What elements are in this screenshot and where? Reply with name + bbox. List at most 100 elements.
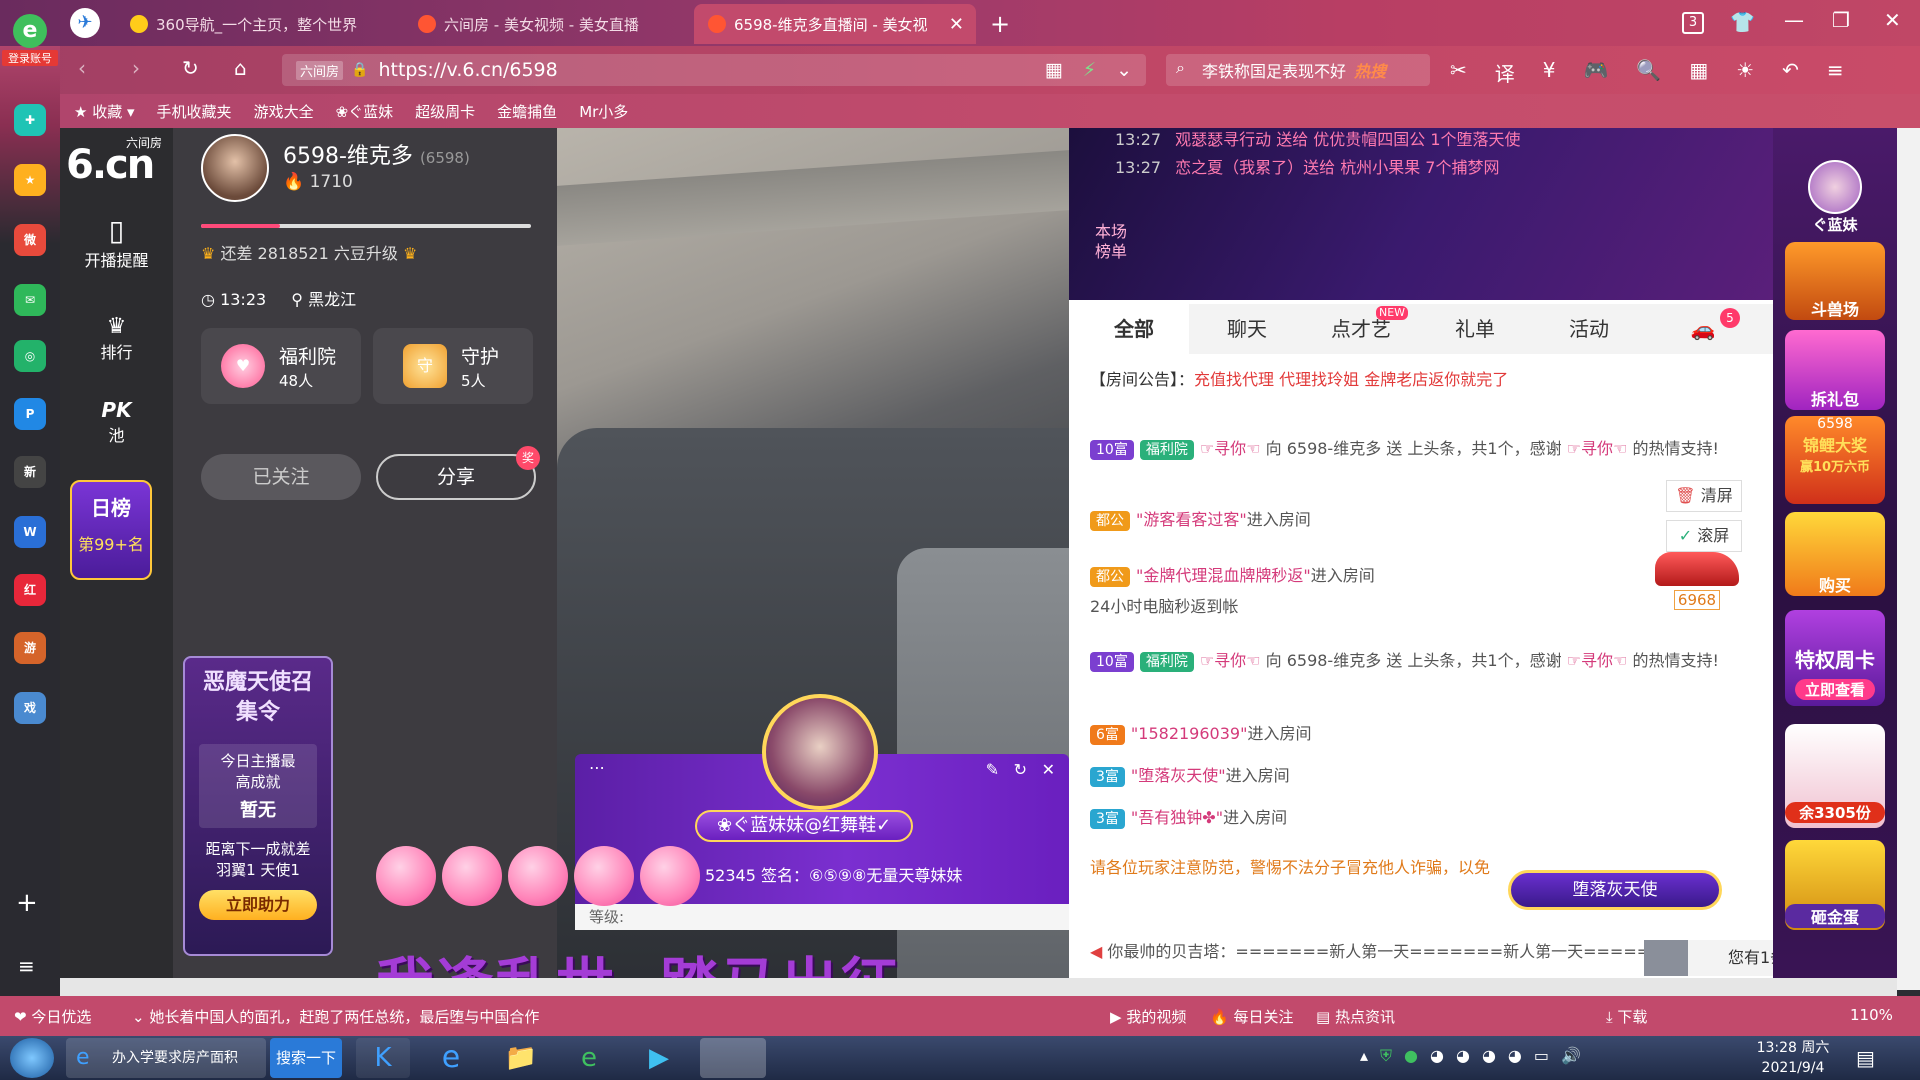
live-reminder[interactable]: ▯ 开播提醒	[60, 214, 173, 271]
xiaohongshu-icon[interactable]: 红	[14, 574, 46, 606]
promo-golden-egg[interactable]: 砸金蛋	[1785, 840, 1885, 930]
restore-icon[interactable]: ❐	[1832, 8, 1850, 32]
bookmark-mrxiaoduo[interactable]: Mr小多	[579, 101, 628, 122]
overlay-avatar[interactable]	[762, 694, 878, 810]
ie-pinned-icon[interactable]: e	[424, 1038, 478, 1078]
taskbar-search-button[interactable]: 搜索一下	[270, 1038, 342, 1078]
mail-icon[interactable]: ✉	[14, 284, 46, 316]
promo-gift[interactable]: 拆礼包	[1785, 330, 1885, 410]
tray-app-icon[interactable]: ●	[1404, 1046, 1418, 1072]
tab-count[interactable]: 3	[1682, 12, 1704, 34]
edit-icon[interactable]: ✎	[986, 760, 999, 779]
clear-screen-button[interactable]: 🗑 清屏	[1666, 480, 1742, 512]
qr-icon[interactable]: ▦	[1045, 59, 1063, 81]
news-app-icon[interactable]: 新	[14, 456, 46, 488]
guard-button[interactable]: 守 守护 5人	[373, 328, 533, 404]
tray-arrow-icon[interactable]: ▴	[1360, 1046, 1368, 1072]
translate-icon[interactable]: 译	[1495, 58, 1515, 86]
horizontal-scrollbar[interactable]	[60, 978, 1897, 996]
qq-icon[interactable]: ◕	[1482, 1046, 1496, 1072]
ranking-link[interactable]: ♛ 排行	[60, 314, 173, 363]
qq-icon[interactable]: ◕	[1456, 1046, 1470, 1072]
follow-button[interactable]: 已关注	[201, 454, 361, 500]
tab-chat[interactable]: 聊天	[1192, 304, 1302, 354]
url-bar[interactable]: 六间房 🔒 https://v.6.cn/6598 ▦ ⚡ ⌄	[282, 54, 1146, 86]
search-input[interactable]: ⌕ 李铁称国足表现不好 热搜	[1166, 54, 1430, 86]
tab-giftlist[interactable]: 礼单	[1420, 304, 1530, 354]
word-app-icon[interactable]: W	[14, 516, 46, 548]
assist-button[interactable]: 立即助力	[199, 890, 317, 920]
minimize-icon[interactable]: —	[1784, 8, 1804, 32]
folder-icon[interactable]: 📁	[494, 1038, 548, 1078]
scissors-icon[interactable]: ✂	[1450, 58, 1467, 86]
tab-talent[interactable]: 点才艺 NEW	[1306, 304, 1416, 354]
qq-icon[interactable]: ◕	[1508, 1046, 1522, 1072]
close-icon[interactable]: ✕	[1042, 760, 1055, 779]
start-button[interactable]	[10, 1038, 54, 1078]
bookmark-games[interactable]: 游戏大全	[254, 101, 314, 122]
browser-logo-icon[interactable]: ✈	[70, 8, 100, 38]
gamepad-icon[interactable]: 🎮	[1584, 58, 1609, 86]
download[interactable]: ⤓ 下载	[1606, 1006, 1647, 1027]
daily-follow[interactable]: 🔥 每日关注	[1210, 1006, 1293, 1027]
vertical-scrollbar[interactable]	[1897, 128, 1920, 990]
tab-room[interactable]: 6598-维克多直播间 - 美女视 ✕	[694, 4, 976, 44]
zoom-icon[interactable]: 🔍	[1636, 58, 1661, 86]
promo-arena[interactable]: 斗兽场	[1785, 242, 1885, 320]
forward-icon[interactable]: ›	[132, 56, 140, 80]
bolt-icon[interactable]: ⚡	[1083, 59, 1096, 81]
bookmark-fishing[interactable]: 金蟾捕鱼	[497, 101, 557, 122]
event-card[interactable]: 恶魔天使召集令 今日主播最高成就 暂无 距离下一成就差 羽翼1 天使1 立即助力	[183, 656, 333, 956]
tab-all[interactable]: 全部	[1079, 304, 1189, 354]
browser-360-icon[interactable]: e	[562, 1038, 616, 1078]
tab-car[interactable]: 🚗 5	[1648, 304, 1758, 354]
undo-icon[interactable]: ↶	[1782, 58, 1799, 86]
promo-koi[interactable]: 6598 锦鲤大奖 赢10万六币	[1785, 416, 1885, 504]
player-icon[interactable]: ▶	[632, 1038, 686, 1078]
action-center-icon[interactable]: ▤	[1856, 1046, 1875, 1070]
weibo-icon[interactable]: 微	[14, 224, 46, 256]
rank-label[interactable]: 本场榜单	[1095, 222, 1135, 262]
home-icon[interactable]: ⌂	[234, 56, 247, 80]
bookmark-mobile[interactable]: 手机收藏夹	[157, 101, 232, 122]
scroll-screen-button[interactable]: ✓ 滚屏	[1666, 520, 1742, 552]
clock[interactable]: 13:28 周六 2021/9/4	[1748, 1038, 1838, 1078]
hot-news[interactable]: ▤ 热点资讯	[1316, 1006, 1395, 1027]
k-app-icon[interactable]: K	[356, 1038, 410, 1078]
zoom-level[interactable]: 110%	[1850, 1006, 1893, 1024]
taskbar-ie-item[interactable]: e 办入学要求房产面积	[66, 1038, 266, 1078]
tab-360[interactable]: 360导航_一个主页，整个世界	[116, 4, 396, 44]
app-icon-2[interactable]: ◎	[14, 340, 46, 372]
coin-icon[interactable]: ¥	[1543, 58, 1556, 86]
shirt-icon[interactable]: 👕	[1730, 10, 1755, 34]
tab-6cn[interactable]: 六间房 - 美女视频 - 美女直播	[404, 4, 688, 44]
game-app-icon-2[interactable]: 戏	[14, 692, 46, 724]
more-icon[interactable]: ⋯	[589, 758, 605, 777]
anchor-avatar[interactable]	[201, 134, 269, 202]
chevron-down-icon[interactable]: ⌄	[1116, 59, 1132, 81]
refresh-icon[interactable]: ↻	[1014, 760, 1027, 779]
today-picks[interactable]: ❤ 今日优选	[14, 1006, 91, 1027]
daily-rank-card[interactable]: 日榜 第99+名	[70, 480, 152, 580]
news-ticker[interactable]: ⌄ 她长着中国人的面孔，赶跑了两任总统，最后堕与中国合作	[132, 1006, 542, 1027]
p-app-icon[interactable]: P	[14, 398, 46, 430]
top-user[interactable]: ぐ蓝妹	[1785, 160, 1885, 240]
room-window-icon[interactable]	[700, 1038, 766, 1078]
back-icon[interactable]: ‹	[78, 56, 86, 80]
add-app-icon[interactable]: +	[16, 888, 38, 918]
entry-banner[interactable]: 堕落灰天使	[1508, 870, 1722, 910]
tab-activity[interactable]: 活动	[1534, 304, 1644, 354]
qq-icon[interactable]: ◕	[1430, 1046, 1444, 1072]
my-video[interactable]: ▶ 我的视频	[1110, 1006, 1186, 1027]
login-button[interactable]: e 登录账号	[2, 14, 58, 70]
site-logo[interactable]: 六间房 6.cn	[66, 132, 166, 188]
menu-icon[interactable]: ≡	[1827, 58, 1844, 86]
bookmark-lanmei[interactable]: ❀ぐ蓝妹	[336, 101, 394, 122]
share-button[interactable]: 分享 奖	[376, 446, 540, 500]
list-icon[interactable]: ≡	[18, 954, 35, 978]
grid-icon[interactable]: ▦	[1689, 58, 1708, 86]
bookmark-favorites[interactable]: ★ 收藏 ▾	[74, 101, 135, 122]
promo-lucky[interactable]: 余3305份	[1785, 724, 1885, 828]
refresh-icon[interactable]: ↻	[182, 56, 199, 80]
bookmark-weekcard[interactable]: 超级周卡	[415, 101, 475, 122]
